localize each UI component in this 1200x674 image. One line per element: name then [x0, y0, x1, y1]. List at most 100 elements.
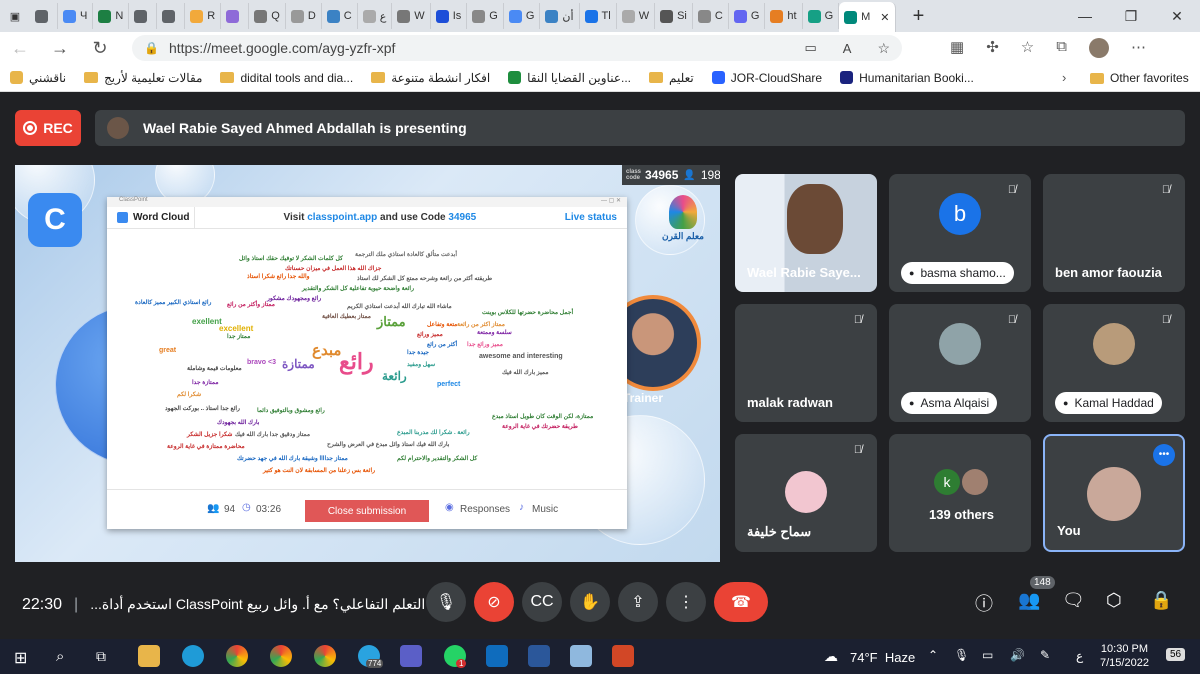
participant-tile[interactable]: Wael Rabie Saye... — [735, 174, 877, 292]
browser-tab[interactable]: D — [286, 3, 322, 29]
bookmark-item[interactable]: افكار انشطة متنوعة — [371, 71, 490, 85]
chevron-right-icon[interactable]: › — [1062, 70, 1066, 85]
browser-tab[interactable]: W — [617, 3, 656, 29]
mic-tray-icon[interactable]: 🎙 — [954, 648, 969, 662]
participant-tile[interactable]: 🎙̸ سماح خليفة — [735, 434, 877, 552]
browser-tab[interactable]: Ч — [58, 3, 94, 29]
close-tab-icon[interactable]: ✕ — [880, 11, 889, 24]
bookmark-item[interactable]: ناقشني — [10, 71, 66, 85]
powerpoint-icon[interactable] — [612, 645, 634, 667]
music-button[interactable]: Music — [532, 504, 558, 515]
new-tab-button[interactable]: + — [896, 0, 942, 32]
bookmark-item[interactable]: مقالات تعليمية لأريج — [84, 71, 202, 85]
word-cloud-tab[interactable]: Word Cloud — [107, 206, 195, 229]
language-indicator[interactable]: ع — [1076, 649, 1083, 663]
search-icon[interactable]: ⌕ — [56, 648, 64, 665]
leave-call-button[interactable]: ☎ — [714, 582, 768, 622]
bookmark-item[interactable]: عناوين القضايا النقا... — [508, 71, 631, 85]
browser-tab[interactable]: ع — [358, 3, 393, 29]
chrome-profile-icon[interactable] — [270, 645, 292, 667]
participant-tile[interactable]: ••• You — [1043, 434, 1185, 552]
browser-tab[interactable]: ht — [765, 3, 803, 29]
participant-tile[interactable]: 🎙̸ ● Kamal Haddad — [1043, 304, 1185, 422]
close-window-button[interactable]: ✕ — [1154, 0, 1200, 32]
browser-tab[interactable]: M ✕ — [839, 2, 896, 32]
other-favorites[interactable]: Other favorites — [1090, 71, 1189, 85]
task-view-icon[interactable]: ⧉ — [96, 648, 106, 665]
participant-tile[interactable]: k 139 others — [889, 434, 1031, 552]
more-options-button[interactable]: ⋮ — [666, 582, 706, 622]
bookmark-item[interactable]: JOR-CloudShare — [711, 71, 822, 85]
window-controls[interactable]: — ▢ ✕ — [601, 197, 621, 204]
present-button[interactable]: ⇪ — [618, 582, 658, 622]
browser-tab[interactable]: G — [729, 3, 766, 29]
edge-icon[interactable] — [182, 645, 204, 667]
participant-tile[interactable]: b 🎙̸ ● basma shamo... — [889, 174, 1031, 292]
participant-tile[interactable]: 🎙̸ malak radwan — [735, 304, 877, 422]
camera-off-button[interactable]: ⊘ — [474, 582, 514, 622]
info-icon[interactable]: ⓘ — [975, 590, 993, 616]
browser-tab[interactable] — [129, 3, 158, 29]
word-icon[interactable] — [528, 645, 550, 667]
browser-tab[interactable]: W — [392, 3, 431, 29]
browser-tab[interactable]: G — [504, 3, 541, 29]
browser-tab[interactable]: Tl — [580, 3, 617, 29]
profile-avatar[interactable] — [1088, 38, 1109, 58]
browser-tab[interactable] — [157, 3, 186, 29]
browser-tab[interactable]: G — [803, 3, 840, 29]
chevron-up-icon[interactable]: ⌃ — [928, 648, 938, 662]
browser-tab[interactable] — [30, 3, 58, 29]
clock[interactable]: 10:30 PM 7/15/2022 — [1100, 642, 1149, 670]
browser-tab[interactable] — [221, 3, 250, 29]
browser-tab[interactable]: N — [93, 3, 130, 29]
chat-icon[interactable]: 🗨 — [1062, 590, 1085, 611]
bookmark-item[interactable]: تعليم — [649, 71, 694, 85]
browser-tab[interactable]: Is — [431, 3, 468, 29]
browser-tab[interactable]: R — [185, 3, 222, 29]
browser-tab[interactable]: Q — [249, 3, 286, 29]
reload-button[interactable]: ↻ — [80, 38, 120, 59]
people-icon[interactable]: 👥 — [1018, 590, 1040, 611]
start-icon[interactable]: ⊞ — [14, 648, 27, 668]
browser-tab[interactable]: Si — [655, 3, 693, 29]
live-status-link[interactable]: Live status — [565, 212, 627, 223]
participant-tile[interactable]: 🎙̸ ● Asma Alqaisi — [889, 304, 1031, 422]
paint-icon[interactable] — [570, 645, 592, 667]
mic-button[interactable]: 🎙 — [426, 582, 466, 622]
minimize-button[interactable]: — — [1062, 0, 1108, 32]
battery-icon[interactable]: ▭ — [982, 648, 993, 662]
outlook-icon[interactable] — [486, 645, 508, 667]
camera-icon[interactable]: ▭ — [804, 40, 816, 56]
forward-button[interactable]: → — [40, 38, 80, 59]
pen-icon[interactable]: ✎ — [1040, 648, 1050, 662]
address-input[interactable]: 🔒 https://meet.google.com/ayg-yzfr-xpf ▭… — [132, 35, 902, 61]
browser-tab[interactable]: أن — [540, 3, 580, 29]
tab-actions-button[interactable]: ▣ — [0, 3, 30, 29]
host-controls-icon[interactable]: 🔒 — [1150, 590, 1172, 611]
browser-tab[interactable]: G — [467, 3, 504, 29]
more-menu-icon[interactable]: ⋯ — [1131, 38, 1146, 58]
notification-badge[interactable]: 56 — [1166, 648, 1186, 661]
chrome-alt-icon[interactable] — [314, 645, 336, 667]
captions-button[interactable]: CC — [522, 582, 562, 622]
extension-icon[interactable]: ▦ — [950, 38, 964, 58]
close-submission-button[interactable]: Close submission — [305, 500, 429, 522]
back-button[interactable]: ← — [0, 38, 40, 59]
collections-icon[interactable]: ⧉ — [1056, 38, 1067, 58]
favorites-icon[interactable]: ☆ — [1021, 38, 1034, 58]
activities-icon[interactable]: ⬡ — [1106, 590, 1122, 611]
puzzle-icon[interactable]: ✣ — [986, 38, 999, 58]
bookmark-item[interactable]: didital tools and dia... — [220, 71, 353, 85]
browser-tab[interactable]: C — [693, 3, 729, 29]
chrome-icon[interactable] — [226, 645, 248, 667]
volume-icon[interactable]: 🔊 — [1010, 648, 1025, 662]
responses-button[interactable]: Responses — [460, 504, 510, 515]
raise-hand-button[interactable]: ✋ — [570, 582, 610, 622]
participant-tile[interactable]: 🎙̸ ben amor faouzia — [1043, 174, 1185, 292]
maximize-button[interactable]: ❐ — [1108, 0, 1154, 32]
bookmark-item[interactable]: Humanitarian Booki... — [840, 71, 974, 85]
teams-icon[interactable] — [400, 645, 422, 667]
read-aloud-icon[interactable]: A — [843, 41, 852, 56]
browser-tab[interactable]: C — [322, 3, 358, 29]
weather-text[interactable]: 74°F Haze — [850, 650, 915, 665]
